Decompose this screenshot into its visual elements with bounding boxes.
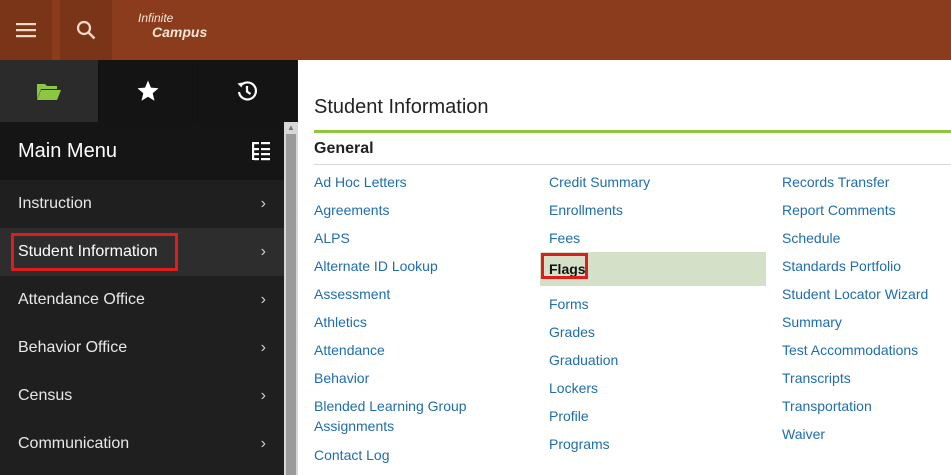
link-alps[interactable]: ALPS: [314, 228, 350, 248]
folder-open-icon: [37, 84, 61, 100]
link-agreements[interactable]: Agreements: [314, 200, 389, 220]
sidebar-tabs: [0, 60, 298, 122]
section-title-general: General: [314, 140, 374, 157]
highlight-box: [541, 253, 588, 279]
scrollbar-thumb[interactable]: [286, 134, 296, 475]
page-title: Student Information: [314, 96, 489, 118]
link-waiver[interactable]: Waiver: [782, 424, 825, 444]
link-programs[interactable]: Programs: [549, 434, 610, 454]
link-ad-hoc-letters[interactable]: Ad Hoc Letters: [314, 172, 407, 192]
link-records-transfer[interactable]: Records Transfer: [782, 172, 889, 192]
tab-main-menu[interactable]: [0, 60, 99, 122]
infinite-campus-logo[interactable]: Infinite Campus: [138, 12, 208, 40]
link-lockers[interactable]: Lockers: [549, 378, 598, 398]
link-summary[interactable]: Summary: [782, 312, 842, 332]
sidebar-item-label: Behavior Office: [18, 339, 128, 356]
link-profile[interactable]: Profile: [549, 406, 589, 426]
sidebar-scrollbar[interactable]: ▲: [284, 122, 298, 475]
link-enrollments[interactable]: Enrollments: [549, 200, 623, 220]
link-schedule[interactable]: Schedule: [782, 228, 840, 248]
link-report-comments[interactable]: Report Comments: [782, 200, 896, 220]
main-menu-title: Main Menu: [18, 139, 117, 162]
hamburger-menu-button[interactable]: [0, 0, 52, 60]
chevron-right-icon: ›: [260, 339, 266, 356]
sidebar-item-student-information[interactable]: Student Information ›: [0, 228, 284, 276]
link-athletics[interactable]: Athletics: [314, 312, 367, 332]
link-transcripts[interactable]: Transcripts: [782, 368, 851, 388]
link-transportation[interactable]: Transportation: [782, 396, 872, 416]
chevron-right-icon: ›: [260, 435, 266, 452]
link-assessment[interactable]: Assessment: [314, 284, 390, 304]
link-forms[interactable]: Forms: [549, 294, 589, 314]
link-graduation[interactable]: Graduation: [549, 350, 618, 370]
main-content: Student Information General Ad Hoc Lette…: [298, 60, 951, 475]
chevron-right-icon: ›: [260, 195, 266, 212]
link-flags[interactable]: Flags: [540, 252, 766, 286]
link-standards-portfolio[interactable]: Standards Portfolio: [782, 256, 901, 276]
sidebar-item-behavior-office[interactable]: Behavior Office ›: [0, 324, 284, 372]
link-contact-log[interactable]: Contact Log: [314, 445, 390, 465]
link-student-locator-wizard[interactable]: Student Locator Wizard: [782, 284, 928, 304]
sidebar-item-label: Communication: [18, 435, 130, 452]
search-icon: [76, 20, 96, 40]
sidebar-item-instruction[interactable]: Instruction ›: [0, 180, 284, 228]
link-fees[interactable]: Fees: [549, 228, 580, 248]
link-credit-summary[interactable]: Credit Summary: [549, 172, 650, 192]
logo-line2: Campus: [152, 24, 208, 40]
tree-view-icon[interactable]: [252, 141, 270, 161]
main-menu-list: Instruction › Student Information › Atte…: [0, 180, 284, 468]
link-test-accommodations[interactable]: Test Accommodations: [782, 340, 918, 360]
link-grades[interactable]: Grades: [549, 322, 595, 342]
sidebar: Main Menu Instruction › Student Informat…: [0, 60, 298, 475]
history-icon: [237, 81, 258, 101]
star-icon: [137, 80, 159, 101]
link-alternate-id-lookup[interactable]: Alternate ID Lookup: [314, 256, 438, 276]
sidebar-item-label: Attendance Office: [18, 291, 145, 308]
chevron-right-icon: ›: [260, 291, 266, 308]
sidebar-item-census[interactable]: Census ›: [0, 372, 284, 420]
link-behavior[interactable]: Behavior: [314, 368, 369, 388]
highlight-box: [11, 233, 178, 271]
tab-favorites[interactable]: [99, 60, 198, 122]
main-menu-header: Main Menu: [0, 122, 284, 180]
sidebar-item-label: Instruction: [18, 195, 92, 212]
title-underline: [314, 130, 951, 133]
link-blended-learning-assignments[interactable]: Assignments: [314, 416, 394, 436]
link-blended-learning-group[interactable]: Blended Learning Group: [314, 396, 467, 416]
sidebar-item-communication[interactable]: Communication ›: [0, 420, 284, 468]
sidebar-item-label: Census: [18, 387, 73, 404]
link-attendance[interactable]: Attendance: [314, 340, 385, 360]
chevron-right-icon: ›: [260, 387, 266, 404]
chevron-right-icon: ›: [260, 243, 266, 260]
hamburger-menu-icon: [16, 23, 36, 38]
tab-recent-history[interactable]: [198, 60, 297, 122]
scroll-up-arrow-icon[interactable]: ▲: [284, 122, 298, 134]
search-button[interactable]: [60, 0, 112, 60]
sidebar-item-attendance-office[interactable]: Attendance Office ›: [0, 276, 284, 324]
section-divider: [314, 164, 951, 165]
top-header-bar: Infinite Campus: [0, 0, 951, 60]
